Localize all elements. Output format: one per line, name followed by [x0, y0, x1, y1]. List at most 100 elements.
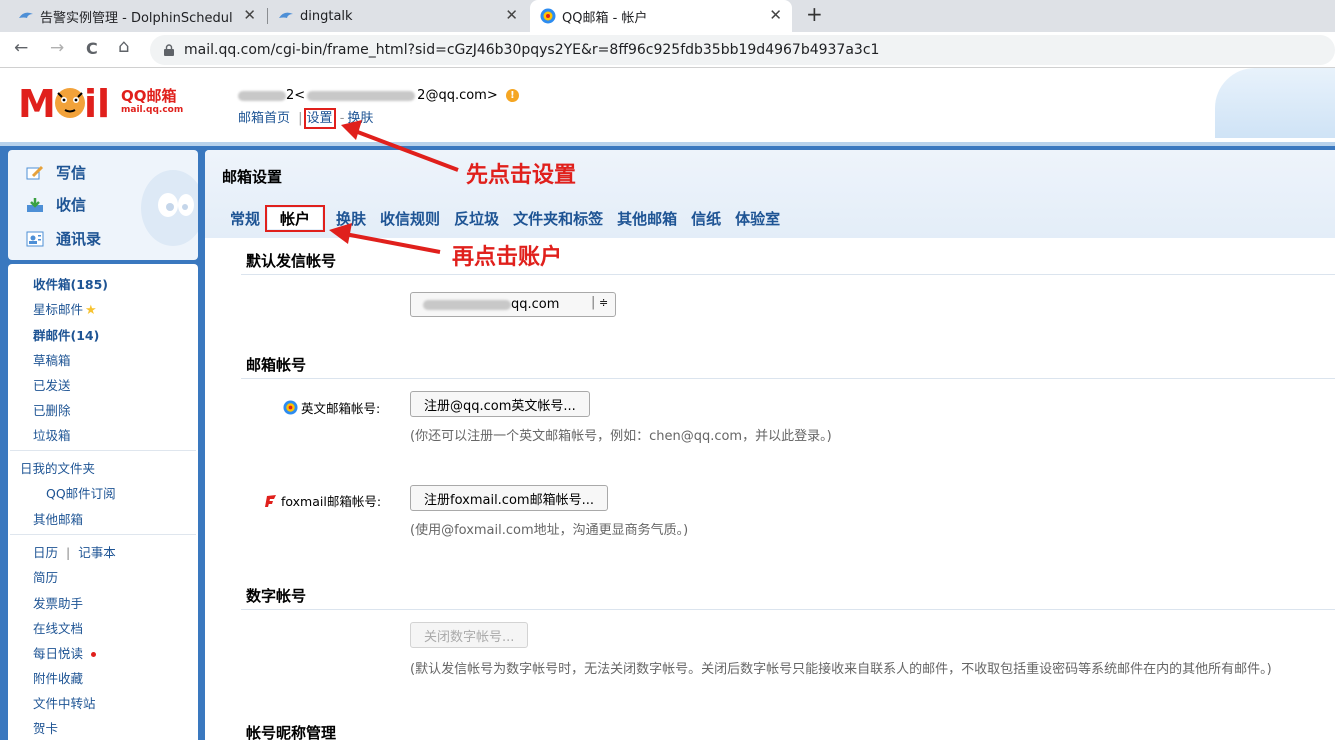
resume-link[interactable]: 简历 — [33, 567, 58, 586]
register-english-account-button[interactable]: 注册@qq.com英文帐号... — [410, 391, 590, 417]
settings-title: 邮箱设置 — [222, 168, 283, 186]
reload-icon[interactable]: C — [86, 39, 98, 58]
quick-actions-panel: 写信 收信 通讯录 — [8, 150, 198, 260]
default-sender-heading: 默认发信帐号 — [246, 252, 337, 270]
annotation-step2: 再点击账户 — [452, 245, 563, 270]
dingtalk-favicon-icon — [279, 12, 293, 18]
svg-text:M: M — [18, 82, 56, 121]
digital-account-heading: 数字帐号 — [246, 587, 307, 605]
folder-spam[interactable]: 垃圾箱 — [33, 425, 71, 444]
back-icon[interactable]: ← — [14, 38, 28, 58]
compose-icon — [26, 165, 44, 179]
calendar-link[interactable]: 日历 — [33, 545, 58, 560]
default-sender-value: qq.com — [511, 297, 560, 312]
redacted-nickname — [238, 90, 286, 101]
warning-icon[interactable]: ! — [505, 89, 519, 102]
tab-stationery[interactable]: 信纸 — [691, 208, 721, 229]
mail-header: M il QQ邮箱 mail.qq.com 2< 2@qq.com> ! 邮箱首页… — [0, 68, 1335, 146]
folder-group-mail[interactable]: 群邮件(14) — [33, 325, 99, 344]
daily-reading-label: 每日悦读 — [33, 646, 84, 661]
folder-qq-subscription[interactable]: QQ邮件订阅 — [46, 483, 116, 502]
tab-skin[interactable]: 换肤 — [336, 208, 366, 229]
tab-lab[interactable]: 体验室 — [735, 208, 780, 229]
qqmail-round-icon — [283, 400, 298, 415]
close-tab-icon[interactable]: ✕ — [505, 6, 518, 24]
close-tab-icon[interactable]: ✕ — [243, 6, 256, 24]
folder-deleted[interactable]: 已删除 — [33, 400, 71, 419]
redacted-address — [423, 299, 511, 310]
logo-title: QQ邮箱 — [121, 87, 177, 105]
mail-accounts-heading: 邮箱帐号 — [246, 356, 307, 374]
browser-tab-bar: 告警实例管理 - DolphinSchedul ✕ dingtalk ✕ QQ邮… — [0, 0, 1335, 32]
account-prefix: 2< — [286, 88, 306, 103]
close-digital-account-button[interactable]: 关闭数字帐号... — [410, 622, 529, 648]
new-dot-icon — [91, 652, 97, 657]
default-sender-select[interactable]: qq.com | ≑ — [410, 292, 616, 317]
header-sky-decoration — [1215, 68, 1335, 138]
forward-icon[interactable]: → — [50, 38, 64, 58]
settings-panel: 邮箱设置 常规 帐户 换肤 收信规则 反垃圾 文件夹和标签 其他邮箱 信纸 体验… — [205, 150, 1335, 740]
online-docs-link[interactable]: 在线文档 — [33, 618, 83, 637]
foxmail-account-hint: (使用@foxmail.com地址，沟通更显商务气质。) — [410, 523, 689, 538]
new-tab-button[interactable]: + — [806, 2, 823, 26]
compose-label: 写信 — [56, 164, 87, 182]
tab-receive-rules[interactable]: 收信规则 — [380, 208, 440, 229]
annotation-step1: 先点击设置 — [466, 163, 577, 188]
contacts-label: 通讯录 — [56, 230, 102, 248]
settings-link[interactable]: 设置 — [303, 108, 336, 129]
folder-drafts[interactable]: 草稿箱 — [33, 350, 71, 369]
folder-starred-label: 星标邮件 — [33, 302, 84, 317]
dolphin-favicon-icon — [19, 12, 33, 18]
tab-general[interactable]: 常规 — [230, 208, 260, 229]
section-divider — [241, 609, 1335, 610]
url-field[interactable]: mail.qq.com/cgi-bin/frame_html?sid=cGzJ4… — [150, 35, 1335, 65]
tab-folders-labels[interactable]: 文件夹和标签 — [513, 208, 603, 229]
file-transfer-link[interactable]: 文件中转站 — [33, 693, 96, 712]
receive-button[interactable]: 收信 — [26, 194, 86, 215]
foxmail-icon — [265, 494, 276, 507]
change-skin-link[interactable]: 换肤 — [347, 111, 373, 126]
left-sidebar: 写信 收信 通讯录 收件箱(185) 星标邮件 ★ 群邮件(14) 草稿箱 已发送… — [0, 146, 205, 744]
daily-reading-link[interactable]: 每日悦读 — [33, 643, 97, 662]
attachment-favorites-link[interactable]: 附件收藏 — [33, 668, 83, 687]
tab-other-mailbox[interactable]: 其他邮箱 — [617, 208, 677, 229]
url-text: mail.qq.com/cgi-bin/frame_html?sid=cGzJ4… — [184, 42, 880, 58]
invoice-helper-link[interactable]: 发票助手 — [33, 593, 83, 612]
contacts-button[interactable]: 通讯录 — [26, 228, 101, 249]
browser-tab-dingtalk[interactable]: dingtalk ✕ — [268, 0, 528, 32]
folder-starred[interactable]: 星标邮件 ★ — [33, 299, 97, 318]
folder-sent[interactable]: 已发送 — [33, 375, 71, 394]
tab-anti-spam[interactable]: 反垃圾 — [454, 208, 499, 229]
register-foxmail-account-button[interactable]: 注册foxmail.com邮箱帐号... — [410, 485, 608, 511]
folder-inbox[interactable]: 收件箱(185) — [33, 274, 108, 293]
qqmail-logo[interactable]: M il QQ邮箱 mail.qq.com — [18, 81, 193, 126]
link-divider: | — [66, 545, 71, 560]
redacted-number — [307, 90, 416, 101]
browser-tab-dolphin[interactable]: 告警实例管理 - DolphinSchedul ✕ — [8, 0, 266, 32]
folder-other-mailbox[interactable]: 其他邮箱 — [33, 509, 83, 528]
contacts-icon — [26, 231, 44, 246]
foxmail-account-label-row: foxmail邮箱帐号: — [263, 491, 381, 510]
account-suffix: 2@qq.com> — [417, 88, 498, 103]
mailbox-home-link[interactable]: 邮箱首页 — [238, 111, 290, 126]
qqmail-favicon-icon — [540, 8, 556, 24]
tab-label: QQ邮箱 - 帐户 — [562, 10, 648, 26]
section-divider — [241, 274, 1335, 275]
home-icon[interactable]: ⌂ — [118, 36, 129, 57]
header-links: 邮箱首页 | 设置 - 换肤 — [238, 107, 373, 129]
greeting-cards-link[interactable]: 贺卡 — [33, 718, 58, 737]
tab-account[interactable]: 帐户 — [265, 205, 326, 232]
tab-label: 告警实例管理 - DolphinSchedul — [40, 10, 233, 26]
my-folders-toggle[interactable]: 日我的文件夹 — [20, 458, 95, 477]
settings-body: 默认发信帐号 qq.com | ≑ 邮箱帐号 英文邮箱帐号: 注册@qq.com… — [205, 238, 1335, 740]
compose-button[interactable]: 写信 — [26, 162, 86, 183]
close-tab-icon[interactable]: ✕ — [769, 6, 782, 24]
logo-subtitle: mail.qq.com — [121, 105, 184, 115]
notebook-link[interactable]: 记事本 — [78, 545, 116, 560]
english-account-label-row: 英文邮箱帐号: — [283, 398, 380, 417]
star-icon: ★ — [85, 303, 97, 318]
svg-text:il: il — [84, 82, 110, 121]
browser-tab-qqmail[interactable]: QQ邮箱 - 帐户 ✕ — [530, 0, 792, 32]
folder-divider — [10, 450, 196, 451]
penguin-decoration-icon — [141, 170, 198, 246]
